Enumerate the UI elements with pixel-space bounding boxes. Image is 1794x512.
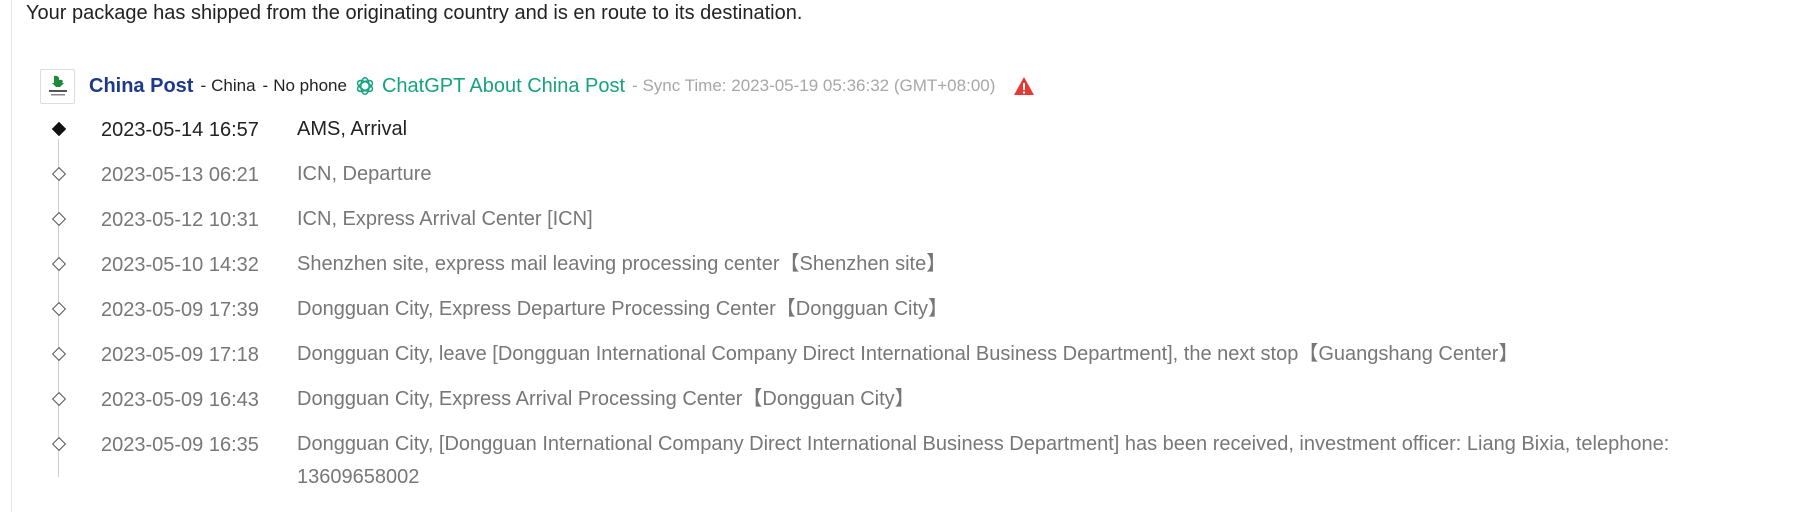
carrier-name[interactable]: China Post xyxy=(89,75,193,98)
carrier-country: China xyxy=(211,76,256,95)
event-marker-icon xyxy=(51,166,66,181)
event-marker-icon xyxy=(51,211,66,226)
timeline-event: 2023-05-12 10:31 ICN, Express Arrival Ce… xyxy=(40,207,1780,252)
china-post-logo xyxy=(40,68,75,104)
timeline-event: 2023-05-09 17:18 Dongguan City, leave [D… xyxy=(40,342,1780,387)
timeline-event: 2023-05-14 16:57 AMS, Arrival xyxy=(40,117,1780,162)
sync-time: - Sync Time: 2023-05-19 05:36:32 (GMT+08… xyxy=(632,76,996,95)
event-time: 2023-05-10 14:32 xyxy=(101,254,259,276)
timeline-event: 2023-05-09 16:35 Dongguan City, [Donggua… xyxy=(40,432,1780,508)
event-time: 2023-05-09 17:18 xyxy=(101,344,259,366)
event-marker-icon xyxy=(51,391,66,406)
timeline-event: 2023-05-09 16:43 Dongguan City, Express … xyxy=(40,387,1780,432)
timeline-event: 2023-05-09 17:39 Dongguan City, Express … xyxy=(40,297,1780,342)
event-time: 2023-05-12 10:31 xyxy=(101,209,259,231)
warning-icon[interactable] xyxy=(1013,76,1035,96)
chatgpt-link-label: ChatGPT About China Post xyxy=(381,74,626,97)
chatgpt-about-carrier-link[interactable]: ChatGPT About China Post xyxy=(354,75,625,98)
timeline-event: 2023-05-13 06:21 ICN, Departure xyxy=(40,162,1780,207)
event-marker-icon xyxy=(51,256,66,271)
event-description: Dongguan City, Express Arrival Processin… xyxy=(297,388,915,410)
event-description: Dongguan City, leave [Dongguan Internati… xyxy=(297,343,1519,365)
event-description: AMS, Arrival xyxy=(297,118,408,140)
event-description: ICN, Departure xyxy=(297,163,432,185)
event-time: 2023-05-13 06:21 xyxy=(101,164,259,186)
shipment-status-message: Your package has shipped from the origin… xyxy=(26,2,803,24)
event-time: 2023-05-09 16:43 xyxy=(101,389,259,411)
tracking-timeline: 2023-05-14 16:57 AMS, Arrival 2023-05-13… xyxy=(40,117,1780,508)
event-description: Dongguan City, Express Departure Process… xyxy=(297,298,949,320)
event-time: 2023-05-09 17:39 xyxy=(101,299,259,321)
content-left-border xyxy=(11,0,12,512)
separator: - xyxy=(200,76,207,95)
latest-event-marker-icon xyxy=(51,121,66,136)
event-time: 2023-05-14 16:57 xyxy=(101,119,259,141)
event-marker-icon xyxy=(51,301,66,316)
event-marker-icon xyxy=(51,436,66,451)
chatgpt-icon xyxy=(354,75,376,97)
carrier-header: China Post - China - No phone ChatGPT Ab… xyxy=(40,68,1035,104)
timeline-event: 2023-05-10 14:32 Shenzhen site, express … xyxy=(40,252,1780,297)
event-time: 2023-05-09 16:35 xyxy=(101,434,259,456)
event-description: Shenzhen site, express mail leaving proc… xyxy=(297,253,947,275)
carrier-phone: No phone xyxy=(273,76,347,95)
event-description: Dongguan City, [Dongguan International C… xyxy=(297,433,1670,488)
event-description: ICN, Express Arrival Center [ICN] xyxy=(297,208,593,230)
separator: - xyxy=(262,76,269,95)
china-post-logo-icon xyxy=(48,75,67,96)
event-marker-icon xyxy=(51,346,66,361)
